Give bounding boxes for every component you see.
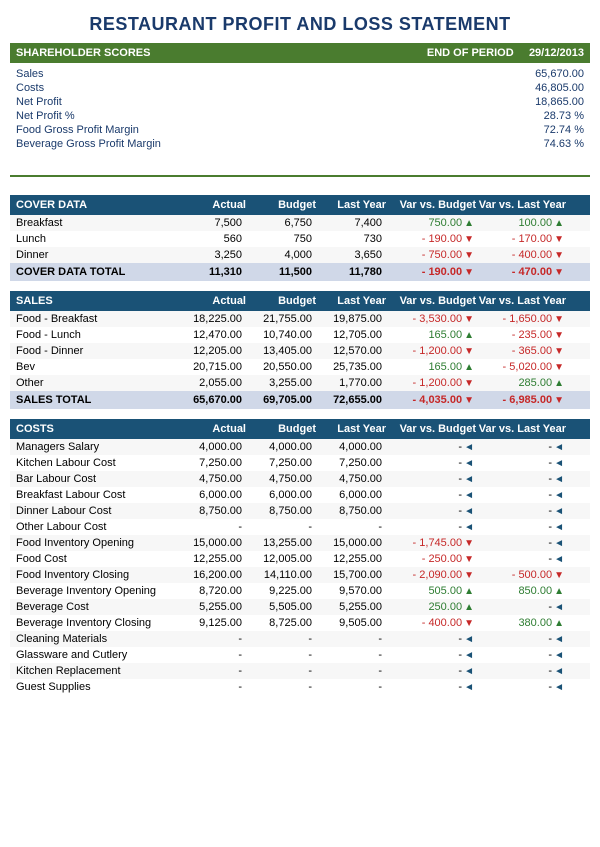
costs-row-breakfast-labour: Breakfast Labour Cost 6,000.00 6,000.00 …: [10, 487, 590, 503]
cover-col-budget: Budget: [246, 199, 316, 211]
costs-row-kitchen-labour: Kitchen Labour Cost 7,250.00 7,250.00 7,…: [10, 455, 590, 471]
cover-col-lastyear: Last Year: [316, 199, 386, 211]
sh-row-net-profit: Net Profit 18,865.00: [16, 95, 584, 109]
sales-row-food-breakfast: Food - Breakfast 18,225.00 21,755.00 19,…: [10, 311, 590, 327]
costs-row-bev-inv-opening: Beverage Inventory Opening 8,720.00 9,22…: [10, 583, 590, 599]
sales-section-label: SALES: [16, 295, 176, 307]
costs-col-var-budget: Var vs. Budget: [386, 423, 476, 435]
costs-row-bar-labour: Bar Labour Cost 4,750.00 4,750.00 4,750.…: [10, 471, 590, 487]
costs-row-food-inv-closing: Food Inventory Closing 16,200.00 14,110.…: [10, 567, 590, 583]
cover-col-actual: Actual: [176, 199, 246, 211]
cover-col-var-ly: Var vs. Last Year: [476, 199, 566, 211]
sales-row-bev: Bev 20,715.00 20,550.00 25,735.00 165.00…: [10, 359, 590, 375]
sales-row-food-dinner: Food - Dinner 12,205.00 13,405.00 12,570…: [10, 343, 590, 359]
costs-row-food-inv-opening: Food Inventory Opening 15,000.00 13,255.…: [10, 535, 590, 551]
sales-total-row: SALES TOTAL 65,670.00 69,705.00 72,655.0…: [10, 391, 590, 409]
costs-col-var-ly: Var vs. Last Year: [476, 423, 566, 435]
sh-row-costs: Costs 46,805.00: [16, 81, 584, 95]
sh-row-food-gpm: Food Gross Profit Margin 72.74 %: [16, 123, 584, 137]
sales-row-other: Other 2,055.00 3,255.00 1,770.00 - 1,200…: [10, 375, 590, 391]
costs-row-food-cost: Food Cost 12,255.00 12,005.00 12,255.00 …: [10, 551, 590, 567]
sales-col-lastyear: Last Year: [316, 295, 386, 307]
cover-header: COVER DATA Actual Budget Last Year Var v…: [10, 195, 590, 215]
costs-row-cleaning: Cleaning Materials - - - - ◄ - ◄: [10, 631, 590, 647]
page-container: RESTAURANT PROFIT AND LOSS STATEMENT SHA…: [0, 0, 600, 703]
sales-col-var-budget: Var vs. Budget: [386, 295, 476, 307]
cover-row-lunch: Lunch 560 750 730 - 190.00 ▼ - 170.00 ▼: [10, 231, 590, 247]
cover-row-dinner: Dinner 3,250 4,000 3,650 - 750.00 ▼ - 40…: [10, 247, 590, 263]
shareholder-label: SHAREHOLDER SCORES: [16, 47, 150, 59]
cover-row-breakfast: Breakfast 7,500 6,750 7,400 750.00 ▲ 100…: [10, 215, 590, 231]
costs-row-other-labour: Other Labour Cost - - - - ◄ - ◄: [10, 519, 590, 535]
costs-row-managers-salary: Managers Salary 4,000.00 4,000.00 4,000.…: [10, 439, 590, 455]
shareholder-body: Sales 65,670.00 Costs 46,805.00 Net Prof…: [10, 63, 590, 157]
sales-header: SALES Actual Budget Last Year Var vs. Bu…: [10, 291, 590, 311]
sales-col-actual: Actual: [176, 295, 246, 307]
costs-col-lastyear: Last Year: [316, 423, 386, 435]
sh-row-net-profit-pct: Net Profit % 28.73 %: [16, 109, 584, 123]
costs-row-dinner-labour: Dinner Labour Cost 8,750.00 8,750.00 8,7…: [10, 503, 590, 519]
costs-row-guest-supplies: Guest Supplies - - - - ◄ - ◄: [10, 679, 590, 695]
sh-row-bev-gpm: Beverage Gross Profit Margin 74.63 %: [16, 137, 584, 151]
cover-section-label: COVER DATA: [16, 199, 176, 211]
shareholder-header: SHAREHOLDER SCORES END OF PERIOD 29/12/2…: [10, 43, 590, 63]
shareholder-section: SHAREHOLDER SCORES END OF PERIOD 29/12/2…: [10, 43, 590, 157]
sales-section: SALES Actual Budget Last Year Var vs. Bu…: [10, 291, 590, 409]
costs-row-glassware: Glassware and Cutlery - - - - ◄ - ◄: [10, 647, 590, 663]
sales-col-budget: Budget: [246, 295, 316, 307]
costs-row-bev-cost: Beverage Cost 5,255.00 5,505.00 5,255.00…: [10, 599, 590, 615]
costs-section-label: COSTS: [16, 423, 176, 435]
cover-total-row: COVER DATA TOTAL 11,310 11,500 11,780 - …: [10, 263, 590, 281]
cover-section: COVER DATA Actual Budget Last Year Var v…: [10, 195, 590, 281]
shareholder-period: END OF PERIOD 29/12/2013: [427, 47, 584, 59]
costs-header: COSTS Actual Budget Last Year Var vs. Bu…: [10, 419, 590, 439]
costs-col-budget: Budget: [246, 423, 316, 435]
costs-col-actual: Actual: [176, 423, 246, 435]
sh-row-sales: Sales 65,670.00: [16, 67, 584, 81]
page-title: RESTAURANT PROFIT AND LOSS STATEMENT: [10, 8, 590, 43]
costs-row-bev-inv-closing: Beverage Inventory Closing 9,125.00 8,72…: [10, 615, 590, 631]
sales-col-var-ly: Var vs. Last Year: [476, 295, 566, 307]
costs-row-kitchen-replacement: Kitchen Replacement - - - - ◄ - ◄: [10, 663, 590, 679]
costs-section: COSTS Actual Budget Last Year Var vs. Bu…: [10, 419, 590, 695]
cover-col-var-budget: Var vs. Budget: [386, 199, 476, 211]
sales-row-food-lunch: Food - Lunch 12,470.00 10,740.00 12,705.…: [10, 327, 590, 343]
